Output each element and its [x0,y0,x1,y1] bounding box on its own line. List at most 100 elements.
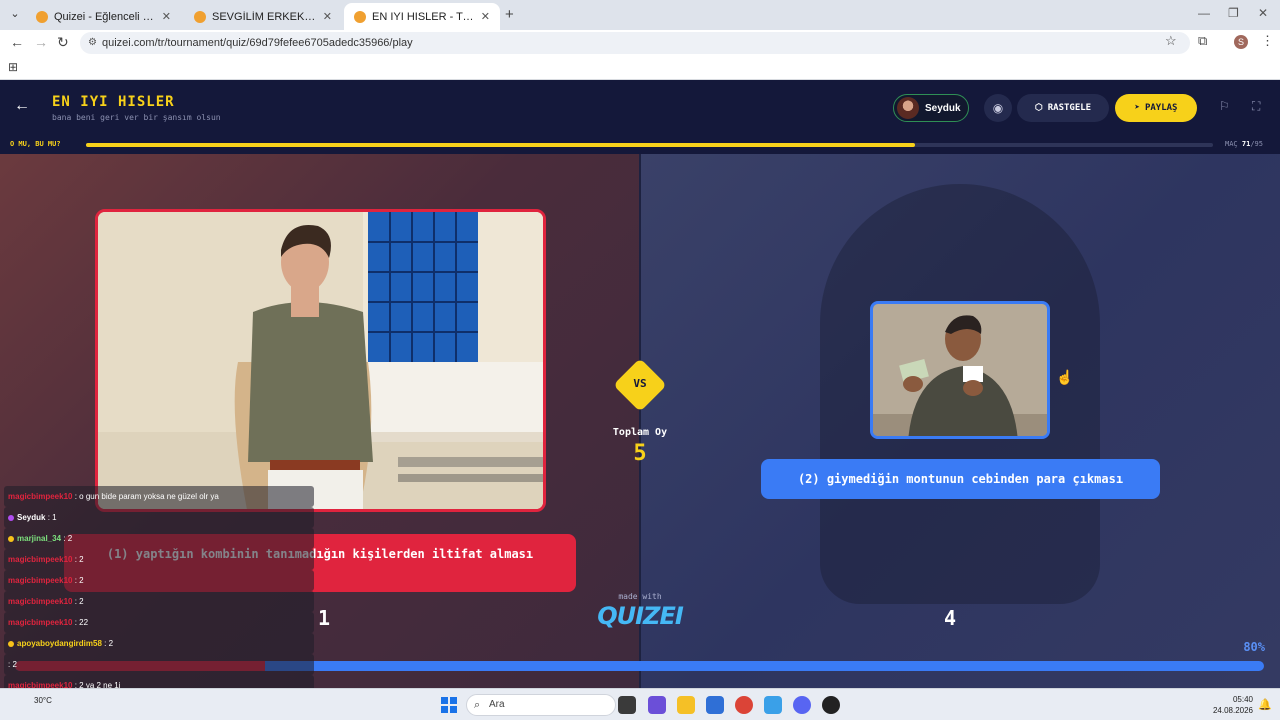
chat-text: : 2 [72,576,84,585]
quizei-favicon-icon [354,10,366,23]
user-pill[interactable]: Seyduk [893,94,969,122]
total-votes-label: Toplam Oy [612,427,668,438]
chat-text: : 2 [72,597,84,606]
app-icon[interactable] [764,696,782,714]
option-1-vote-count: 1 [318,606,331,630]
tab-quizei[interactable]: Quizei - Eğlenceli ve etkileşimli ✕ [26,3,181,30]
taskbar-search[interactable]: ⌕ Ara [466,694,616,716]
chat-message: : 2 [4,654,314,675]
quizei-favicon-icon [194,10,206,23]
apps-grid-icon[interactable]: ⊞ [8,60,18,74]
chat-message: apoyaboydangirdim58 : 2 [4,633,314,654]
chat-username: magicbimpeek10 [8,618,73,627]
username: Seyduk [925,102,961,114]
chat-message: magicbimpeek10 : 2 [4,549,314,570]
option-1-image[interactable] [95,209,546,512]
restore-icon[interactable]: ❐ [1228,6,1239,20]
chat-message: magicbimpeek10 : 2 [4,570,314,591]
browser-tab-bar: ⌄ Quizei - Eğlenceli ve etkileşimli ✕ SE… [0,0,1280,30]
notification-icon[interactable]: 🔔 [1258,698,1272,711]
close-window-icon[interactable]: ✕ [1258,6,1268,20]
quiz-title: EN IYI HISLER [52,94,175,110]
chat-message: magicbimpeek10 : 22 [4,612,314,633]
chat-badge-icon [8,535,14,542]
quizei-favicon-icon [36,10,48,23]
close-tab-icon[interactable]: ✕ [323,10,332,23]
obs-icon[interactable] [822,696,840,714]
file-explorer-icon[interactable] [677,696,695,714]
send-icon: ➤ [1134,103,1140,113]
option-2-photo [873,304,1047,436]
option-2-vote-count: 4 [944,606,957,630]
windows-taskbar: 30°C ⌕ Ara 05:40 24.08.2026 🔔 [0,688,1280,720]
bookmark-star-icon[interactable]: ☆ [1165,33,1177,49]
back-arrow-icon[interactable]: ← [14,97,30,115]
chat-text: : 2 [72,555,84,564]
chat-badge-icon [8,640,14,647]
minimize-icon[interactable]: — [1198,6,1210,20]
back-icon[interactable]: ← [10,34,24,50]
option-2-image[interactable] [870,301,1050,439]
tab-en-iyi-hisler[interactable]: EN IYI HISLER - Tier List, Kör Sı ✕ [344,3,500,30]
chat-username: marjinal_34 [17,534,62,543]
chat-message: Seyduk : 1 [4,507,314,528]
chat-text: : 2 [8,660,17,669]
quizei-logo: QUIZEI [597,602,684,630]
total-votes-value: 5 [633,441,647,466]
tab-search-icon[interactable]: ⌄ [6,5,24,23]
chat-username: Seyduk [17,513,46,522]
hand-cursor-icon: ☝ [1056,369,1074,385]
chat-username: magicbimpeek10 [8,576,73,585]
site-info-icon[interactable]: ⚙ [88,32,97,54]
forward-icon[interactable]: → [34,34,48,50]
eye-icon[interactable]: ◉ [984,94,1012,122]
chat-message: magicbimpeek10 : o gun bide param yoksa … [4,486,314,507]
chat-message: marjinal_34 : 2 [4,528,314,549]
reload-icon[interactable]: ↻ [57,34,69,51]
chat-text: : 2 [101,639,114,648]
system-clock[interactable]: 05:40 24.08.2026 [1205,694,1253,716]
live-chat-overlay: magicbimpeek10 : o gun bide param yoksa … [4,486,314,717]
extensions-icon[interactable]: ⧉ [1198,33,1207,49]
chrome-icon[interactable] [735,696,753,714]
close-tab-icon[interactable]: ✕ [481,10,490,23]
report-flag-icon[interactable]: ⚐ [1219,99,1230,113]
dice-icon: ⬡ [1034,103,1043,113]
copilot-icon[interactable] [648,696,666,714]
chat-text: : o gun bide param yoksa ne güzel olr ya [72,492,219,501]
url-field[interactable]: ⚙ quizei.com/tr/tournament/quiz/69d79fef… [80,32,1190,54]
chat-message: magicbimpeek10 : 2 [4,591,314,612]
random-button[interactable]: ⬡ RASTGELE [1017,94,1109,122]
tab-sevgilim[interactable]: SEVGİLİM ERKEK KANKASI İLE M ✕ [184,3,342,30]
match-counter: MAÇ 71/95 [1225,140,1263,148]
quiz-subtitle: bana beni geri ver bir şansım olsun [52,113,221,122]
windows-start-icon[interactable] [441,697,457,713]
share-button[interactable]: ➤ PAYLAŞ [1115,94,1197,122]
browser-menu-icon[interactable]: ⋮ [1261,33,1274,49]
chat-username: magicbimpeek10 [8,492,73,501]
chat-username: magicbimpeek10 [8,555,73,564]
new-tab-icon[interactable]: + [505,6,514,23]
user-avatar [897,97,919,119]
chat-text: : 1 [45,513,57,522]
chat-text: : 2 [61,534,73,543]
profile-avatar[interactable]: S [1234,35,1248,49]
fullscreen-icon[interactable]: ⛶ [1252,99,1260,114]
chat-username: magicbimpeek10 [8,597,73,606]
weather-widget[interactable]: 30°C [34,696,52,705]
chat-text: : 22 [72,618,89,627]
chat-badge-icon [8,514,14,521]
vs-label: VS [633,377,647,390]
discord-icon[interactable] [793,696,811,714]
search-icon: ⌕ [474,699,481,711]
task-view-icon[interactable] [618,696,636,714]
match-progress-fill [86,143,916,147]
made-with-label: made with [618,592,662,601]
option-2-caption[interactable]: (2) giymediğin montunun cebinden para çı… [761,459,1160,499]
quiz-header: ← EN IYI HISLER bana beni geri ver bir ş… [0,80,1280,136]
store-icon[interactable] [706,696,724,714]
progress-row: O MU, BU MU? MAÇ 71/95 [0,136,1280,154]
mode-label: O MU, BU MU? [10,140,61,148]
close-tab-icon[interactable]: ✕ [162,10,171,23]
bookmarks-bar: ⊞ [0,55,1280,80]
